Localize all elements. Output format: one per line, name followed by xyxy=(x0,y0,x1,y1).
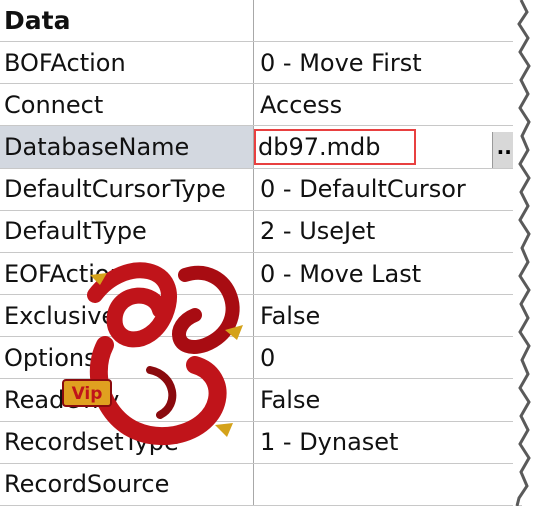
category-label: Data xyxy=(0,0,254,43)
property-name: DefaultCursorType xyxy=(0,168,254,211)
property-value[interactable]: Access xyxy=(253,83,522,127)
properties-window: Data BOFAction 0 - Move First Connect Ac… xyxy=(0,0,522,506)
property-row-defaultcursortype[interactable]: DefaultCursorType 0 - DefaultCursor xyxy=(0,168,522,211)
property-value[interactable]: 0 - Move Last xyxy=(253,252,522,296)
category-value-cell xyxy=(253,0,522,43)
property-value[interactable] xyxy=(253,463,522,506)
property-value-cell: db97.mdb xyxy=(253,125,522,169)
database-name-input[interactable]: db97.mdb xyxy=(254,129,416,166)
property-value[interactable]: 0 - Move First xyxy=(253,41,522,85)
property-row-bofaction[interactable]: BOFAction 0 - Move First xyxy=(0,41,522,85)
property-name: Connect xyxy=(0,83,254,127)
property-row-connect[interactable]: Connect Access xyxy=(0,83,522,127)
property-row-databasename[interactable]: DatabaseName db97.mdb xyxy=(0,125,522,169)
watermark-logo: Vip xyxy=(62,262,243,446)
property-name: RecordSource xyxy=(0,463,254,506)
property-name: DefaultType xyxy=(0,210,254,253)
property-value[interactable]: False xyxy=(253,378,522,422)
torn-paper-edge xyxy=(513,0,531,506)
property-value[interactable]: 0 xyxy=(253,336,522,380)
property-row-defaulttype[interactable]: DefaultType 2 - UseJet xyxy=(0,210,522,253)
watermark-badge: Vip xyxy=(72,384,103,404)
property-value[interactable]: False xyxy=(253,294,522,338)
property-name: BOFAction xyxy=(0,41,254,85)
property-row-recordsource[interactable]: RecordSource xyxy=(0,463,522,506)
property-value[interactable]: 1 - Dynaset xyxy=(253,421,522,464)
category-row-data[interactable]: Data xyxy=(0,0,522,43)
property-value[interactable]: 2 - UseJet xyxy=(253,210,522,253)
property-value[interactable]: 0 - DefaultCursor xyxy=(253,168,522,211)
property-name: DatabaseName xyxy=(0,125,254,169)
